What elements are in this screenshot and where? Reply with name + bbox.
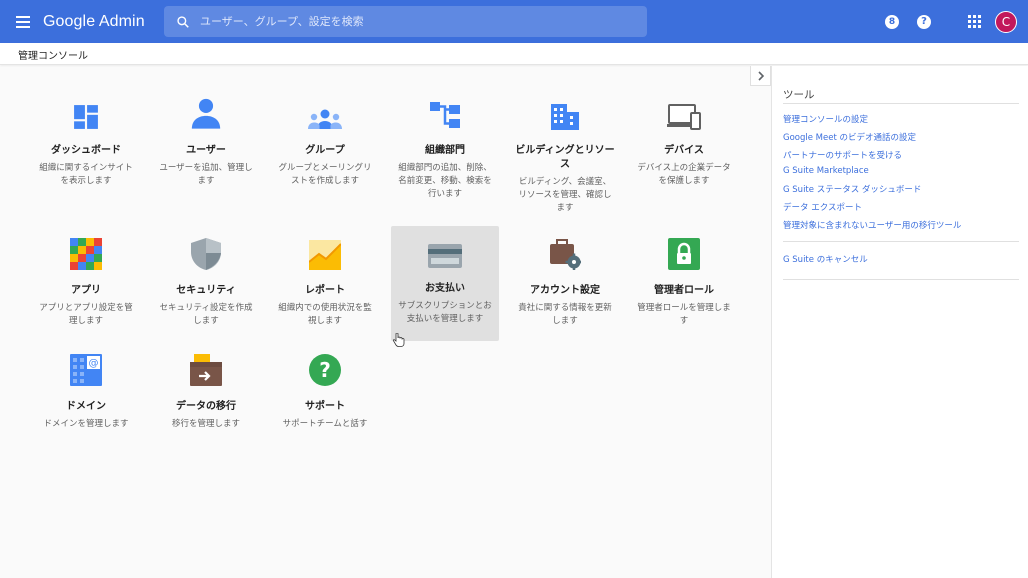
link-marketplace[interactable]: G Suite Marketplace bbox=[783, 166, 869, 176]
tile-title: 管理者ロール bbox=[654, 285, 714, 296]
search-bar[interactable] bbox=[164, 6, 647, 37]
apps-launcher-button[interactable] bbox=[958, 0, 990, 43]
tile-title: セキュリティ bbox=[176, 285, 236, 296]
divider bbox=[783, 241, 1019, 242]
svg-text:?: ? bbox=[319, 358, 331, 382]
tile-org-units[interactable]: 組織部門 組織部門の追加、削除、名前変更、移動、検索を行います bbox=[391, 88, 499, 202]
link-status-dashboard[interactable]: G Suite ステータス ダッシュボード bbox=[783, 183, 921, 195]
tile-title: サポート bbox=[305, 401, 345, 412]
tile-title: ドメイン bbox=[66, 401, 106, 412]
org-units-icon bbox=[430, 102, 460, 128]
tile-devices[interactable]: デバイス デバイス上の企業データを保護します bbox=[630, 88, 738, 202]
page-title: 管理コンソール bbox=[18, 51, 88, 62]
link-migration-tool[interactable]: 管理対象に含まれないユーザー用の移行ツール bbox=[783, 219, 961, 231]
billing-card-icon bbox=[428, 244, 462, 268]
tile-description: サブスクリプションとお支払いを管理します bbox=[398, 301, 492, 324]
chevron-right-icon bbox=[757, 70, 764, 81]
divider bbox=[783, 279, 1019, 280]
avatar: C bbox=[995, 10, 1017, 33]
top-app-bar: Google Admin 8 ? C bbox=[0, 0, 1028, 43]
tile-groups[interactable]: グループ グループとメーリングリストを作成します bbox=[271, 88, 379, 202]
tile-description: サポートチームと話す bbox=[282, 419, 368, 429]
tile-title: お支払い bbox=[425, 283, 465, 294]
tile-title: データの移行 bbox=[176, 401, 236, 412]
help-support-icon: ? bbox=[309, 354, 341, 386]
tile-dashboard[interactable]: ダッシュボード 組織に関するインサイトを表示します bbox=[32, 88, 140, 202]
tile-security[interactable]: セキュリティ セキュリティ設定を作成します bbox=[152, 228, 260, 342]
lock-icon bbox=[668, 238, 700, 270]
dashboard-icon bbox=[74, 105, 98, 129]
link-meet-settings[interactable]: Google Meet のビデオ通話の設定 bbox=[783, 131, 916, 143]
tile-description: ユーザーを追加、管理します bbox=[159, 163, 253, 186]
notifications-button[interactable]: 8 bbox=[876, 0, 908, 43]
tile-description: 組織に関するインサイトを表示します bbox=[39, 163, 133, 186]
tile-description: 移行を管理します bbox=[171, 419, 240, 429]
tile-apps[interactable]: アプリ アプリとアプリ設定を管理します bbox=[32, 228, 140, 342]
tile-description: 貴社に関する情報を更新します bbox=[518, 303, 612, 326]
reports-icon bbox=[309, 240, 341, 270]
svg-text:@: @ bbox=[89, 358, 99, 369]
building-icon bbox=[551, 104, 579, 130]
account-button[interactable]: C bbox=[990, 0, 1022, 43]
mouse-pointer-icon bbox=[393, 333, 405, 347]
link-console-settings[interactable]: 管理コンソールの設定 bbox=[783, 113, 868, 125]
tile-title: ビルディングとリソース bbox=[515, 145, 615, 170]
tile-title: 組織部門 bbox=[425, 145, 465, 156]
user-icon bbox=[191, 98, 221, 129]
hamburger-menu-icon[interactable] bbox=[16, 12, 36, 32]
tools-sidebar: ツール 管理コンソールの設定 Google Meet のビデオ通話の設定 パート… bbox=[771, 66, 1028, 578]
tile-title: ユーザー bbox=[186, 145, 226, 156]
tile-description: グループとメーリングリストを作成します bbox=[278, 163, 372, 186]
data-migration-icon bbox=[190, 354, 222, 386]
tile-description: ドメインを管理します bbox=[43, 419, 129, 429]
tile-description: セキュリティ設定を作成します bbox=[159, 303, 253, 326]
sidebar-heading: ツール bbox=[783, 89, 815, 101]
tile-description: 組織部門の追加、削除、名前変更、移動、検索を行います bbox=[398, 163, 492, 199]
apps-grid-icon bbox=[967, 15, 981, 28]
briefcase-gear-icon bbox=[550, 239, 581, 270]
devices-icon bbox=[667, 104, 701, 130]
tile-users[interactable]: ユーザー ユーザーを追加、管理します bbox=[152, 88, 260, 202]
tile-title: ダッシュボード bbox=[51, 145, 121, 156]
tile-account-settings[interactable]: アカウント設定 貴社に関する情報を更新します bbox=[511, 228, 619, 342]
tile-buildings[interactable]: ビルディングとリソース ビルディング、会議室、リソースを管理、確認します bbox=[511, 88, 619, 213]
tile-title: グループ bbox=[305, 145, 345, 156]
tile-description: 組織内での使用状況を監視します bbox=[278, 303, 372, 326]
apps-icon bbox=[70, 238, 102, 270]
tile-title: デバイス bbox=[664, 145, 704, 156]
search-icon bbox=[177, 15, 189, 28]
tile-description: アプリとアプリ設定を管理します bbox=[39, 303, 133, 326]
tile-title: アプリ bbox=[71, 285, 101, 296]
search-input[interactable] bbox=[200, 15, 620, 28]
tile-data-migration[interactable]: データの移行 移行を管理します bbox=[152, 344, 260, 434]
divider bbox=[783, 103, 1019, 104]
tile-reports[interactable]: レポート 組織内での使用状況を監視します bbox=[271, 228, 379, 342]
group-icon bbox=[308, 109, 342, 129]
tile-title: アカウント設定 bbox=[530, 285, 600, 296]
tile-admin-roles[interactable]: 管理者ロール 管理者ロールを管理します bbox=[630, 228, 738, 342]
shield-icon bbox=[191, 238, 221, 270]
admin-tiles-area: ダッシュボード 組織に関するインサイトを表示します ユーザー ユーザーを追加、管… bbox=[0, 66, 770, 578]
tile-support[interactable]: ? サポート サポートチームと話す bbox=[271, 344, 379, 434]
help-button[interactable]: ? bbox=[908, 0, 940, 43]
tile-description: 管理者ロールを管理します bbox=[637, 303, 731, 326]
link-partner-support[interactable]: パートナーのサポートを受ける bbox=[783, 149, 902, 161]
collapse-sidebar-button[interactable] bbox=[750, 66, 771, 86]
tile-billing[interactable]: お支払い サブスクリプションとお支払いを管理します bbox=[391, 226, 499, 341]
help-icon: ? bbox=[917, 14, 931, 29]
app-logo[interactable]: Google Admin bbox=[43, 13, 145, 31]
link-data-export[interactable]: データ エクスポート bbox=[783, 201, 862, 213]
link-cancel-gsuite[interactable]: G Suite のキャンセル bbox=[783, 253, 868, 265]
tile-domains[interactable]: @ ドメイン ドメインを管理します bbox=[32, 344, 140, 434]
breadcrumb: 管理コンソール bbox=[0, 43, 1028, 65]
tile-description: ビルディング、会議室、リソースを管理、確認します bbox=[518, 177, 612, 213]
tile-description: デバイス上の企業データを保護します bbox=[637, 163, 731, 186]
tile-title: レポート bbox=[305, 285, 345, 296]
notification-count-badge: 8 bbox=[885, 14, 899, 29]
domain-icon: @ bbox=[70, 354, 102, 386]
